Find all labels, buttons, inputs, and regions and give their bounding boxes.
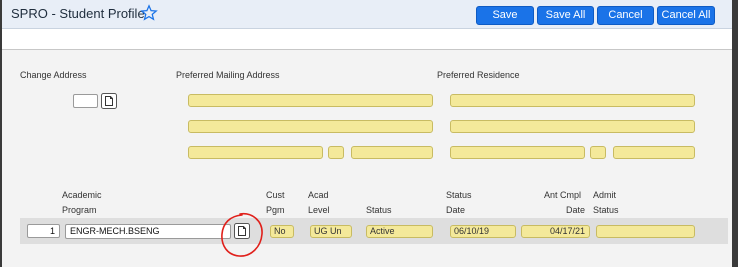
header-academic-program-1: Academic xyxy=(62,190,102,200)
academic-program-field[interactable]: ENGR-MECH.BSENG xyxy=(65,224,231,239)
preferred-mailing-label: Preferred Mailing Address xyxy=(176,70,280,80)
preferred-residence-label: Preferred Residence xyxy=(437,70,520,80)
mailing-city-field[interactable] xyxy=(188,146,323,159)
toolbar-band xyxy=(2,29,732,50)
mailing-address-line1[interactable] xyxy=(188,94,433,107)
window-title: SPRO - Student Profile xyxy=(11,6,145,21)
mailing-address-line2[interactable] xyxy=(188,120,433,133)
save-all-button[interactable]: Save All xyxy=(537,6,594,25)
header-admit-status-1: Admit xyxy=(593,190,617,200)
status-date-field[interactable]: 06/10/19 xyxy=(450,225,516,238)
cancel-all-button[interactable]: Cancel All xyxy=(657,6,715,25)
red-circle-annotation xyxy=(221,212,263,257)
header-cust-pgm-1: Cust xyxy=(266,190,285,200)
acad-level-field[interactable]: UG Un xyxy=(310,225,352,238)
mailing-zip-field[interactable] xyxy=(351,146,433,159)
window-titlebar: SPRO - Student Profile Save Save All Can… xyxy=(2,0,732,29)
change-address-input[interactable] xyxy=(73,94,98,108)
header-ant-cmpl-date-2: Date xyxy=(566,205,586,215)
header-status-date-2: Date xyxy=(446,205,466,215)
header-admit-status-2: Status xyxy=(593,205,619,215)
residence-city-field[interactable] xyxy=(450,146,585,159)
header-acad-level-1: Acad xyxy=(308,190,329,200)
residence-zip-field[interactable] xyxy=(613,146,695,159)
admit-status-field[interactable] xyxy=(596,225,695,238)
header-academic-program-2: Program xyxy=(62,205,97,215)
residence-address-line2[interactable] xyxy=(450,120,695,133)
mailing-state-field[interactable] xyxy=(328,146,344,159)
header-ant-cmpl-date-1: Ant Cmpl xyxy=(544,190,582,200)
header-status: Status xyxy=(366,205,392,215)
save-button[interactable]: Save xyxy=(476,6,534,25)
status-field[interactable]: Active xyxy=(366,225,433,238)
header-status-date-1: Status xyxy=(446,190,472,200)
cancel-button[interactable]: Cancel xyxy=(597,6,654,25)
row-number-field[interactable]: 1 xyxy=(27,224,60,238)
change-address-label: Change Address xyxy=(20,70,87,80)
header-cust-pgm-2: Pgm xyxy=(266,205,285,215)
residence-address-line1[interactable] xyxy=(450,94,695,107)
residence-state-field[interactable] xyxy=(590,146,606,159)
student-profile-window: SPRO - Student Profile Save Save All Can… xyxy=(2,0,732,267)
cust-pgm-field[interactable]: No xyxy=(270,225,294,238)
ant-cmpl-date-field[interactable]: 04/17/21 xyxy=(521,225,590,238)
change-address-detail-icon[interactable] xyxy=(101,93,117,109)
favorite-star-icon[interactable] xyxy=(140,4,158,22)
header-acad-level-2: Level xyxy=(308,205,330,215)
